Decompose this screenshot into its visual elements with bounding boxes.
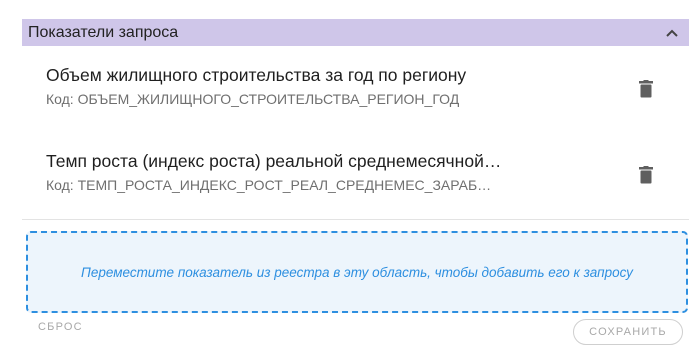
save-button[interactable]: СОХРАНИТЬ: [573, 319, 683, 345]
list-item: Темп роста (индекс роста) реальной средн…: [46, 150, 666, 234]
panel-title: Показатели запроса: [28, 23, 179, 41]
trash-icon[interactable]: [639, 80, 653, 98]
list-item: Объем жилищного строительства за год по …: [46, 64, 666, 148]
indicator-code: Код: ТЕМП_РОСТА_ИНДЕКС_РОСТ_РЕАЛ_СРЕДНЕМ…: [46, 177, 492, 193]
chevron-up-icon[interactable]: [665, 26, 679, 40]
indicator-list: Объем жилищного строительства за год по …: [46, 62, 666, 234]
indicator-title: Темп роста (индекс роста) реальной средн…: [46, 151, 502, 171]
drop-zone-text: Переместите показатель из реестра в эту …: [81, 264, 633, 280]
panel-header[interactable]: Показатели запроса: [22, 19, 689, 46]
reset-button[interactable]: СБРОС: [38, 321, 83, 333]
trash-icon[interactable]: [639, 166, 653, 184]
indicator-title: Объем жилищного строительства за год по …: [46, 65, 467, 85]
divider: [22, 219, 689, 220]
indicator-code: Код: ОБЪЕМ_ЖИЛИЩНОГО_СТРОИТЕЛЬСТВА_РЕГИО…: [46, 91, 460, 107]
drop-zone[interactable]: Переместите показатель из реестра в эту …: [26, 231, 688, 313]
